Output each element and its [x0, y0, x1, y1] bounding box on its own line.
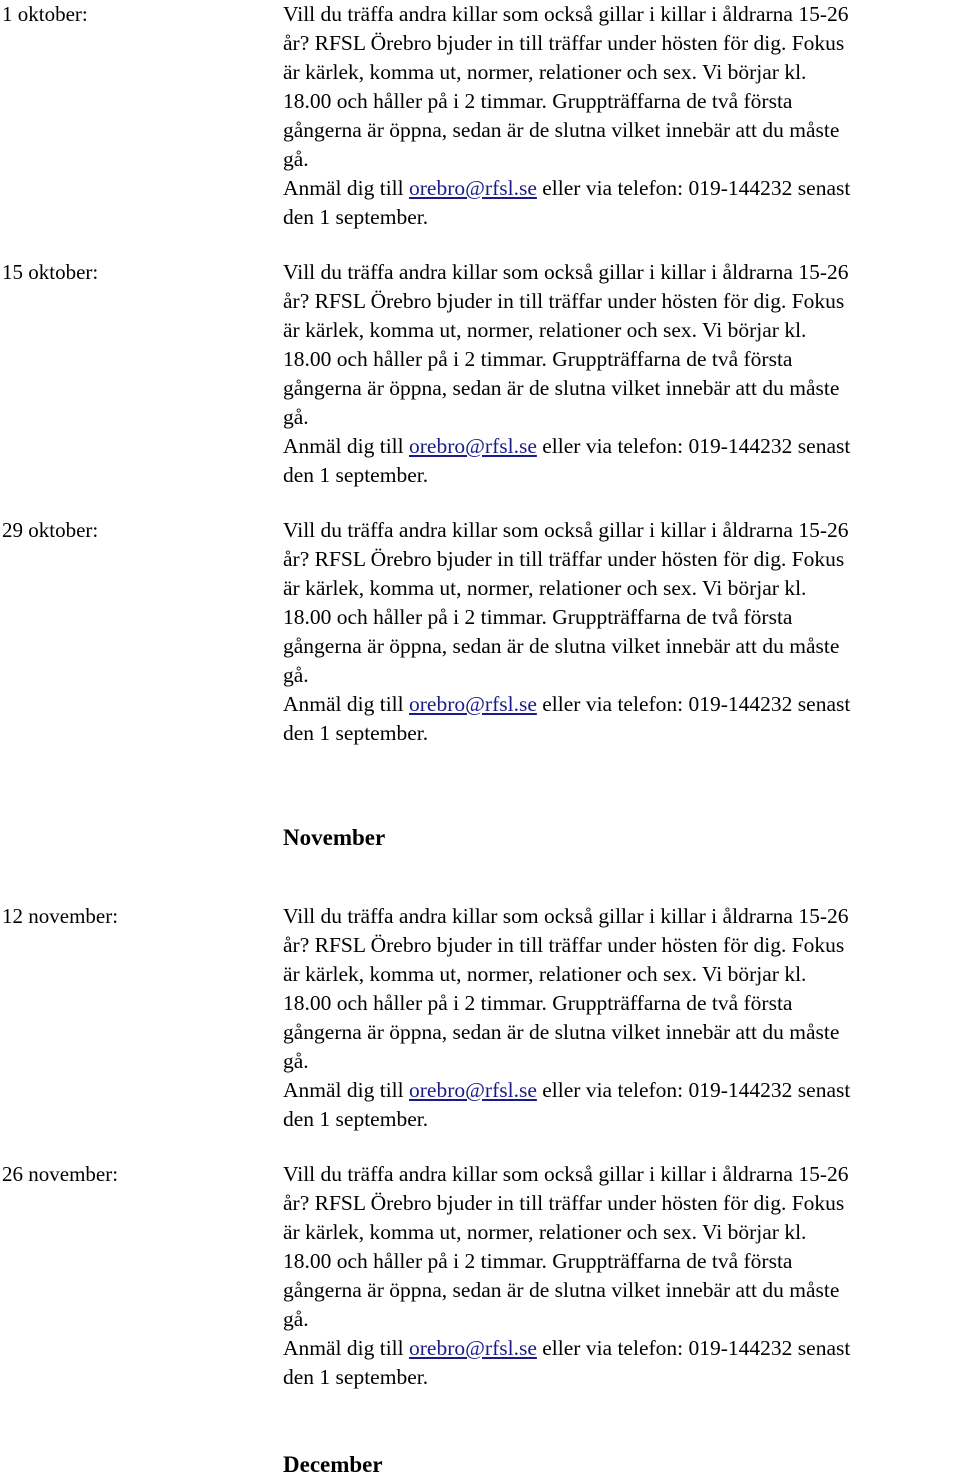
desc-line: den 1 september. — [283, 1107, 429, 1131]
signup-prefix: Anmäl dig till — [283, 1078, 410, 1102]
signup-suffix: eller via telefon: 019-144232 senast — [536, 1078, 851, 1102]
desc-line: år? RFSL Örebro bjuder in till träffar u… — [283, 547, 845, 571]
signup-suffix: eller via telefon: 019-144232 senast — [536, 176, 851, 200]
event-description: Vill du träffa andra killar som också gi… — [283, 516, 958, 748]
desc-line: år? RFSL Örebro bjuder in till träffar u… — [283, 31, 845, 55]
signup-suffix: eller via telefon: 019-144232 senast — [536, 692, 851, 716]
document-page: 1 oktober: Vill du träffa andra killar s… — [0, 0, 960, 1477]
signup-prefix: Anmäl dig till — [283, 1336, 410, 1360]
signup-line: Anmäl dig till orebro@rfsl.se eller via … — [283, 690, 958, 719]
signup-line: Anmäl dig till orebro@rfsl.se eller via … — [283, 432, 958, 461]
desc-line: den 1 september. — [283, 205, 429, 229]
desc-line: gå. — [283, 663, 309, 687]
desc-line: gångerna är öppna, sedan är de slutna vi… — [283, 376, 840, 400]
event-date-label: 1 oktober: — [2, 2, 88, 26]
desc-line: Vill du träffa andra killar som också gi… — [283, 2, 849, 26]
event-entry: 1 oktober: Vill du träffa andra killar s… — [0, 0, 960, 232]
desc-line: gå. — [283, 1049, 309, 1073]
desc-line: 18.00 och håller på i 2 timmar. Gruppträ… — [283, 991, 793, 1015]
desc-line: gångerna är öppna, sedan är de slutna vi… — [283, 118, 840, 142]
desc-line: är kärlek, komma ut, normer, relationer … — [283, 60, 807, 84]
desc-line: gå. — [283, 147, 309, 171]
desc-line: den 1 september. — [283, 721, 429, 745]
desc-line: 18.00 och håller på i 2 timmar. Gruppträ… — [283, 347, 793, 371]
desc-line: Vill du träffa andra killar som också gi… — [283, 1162, 849, 1186]
event-date-label: 12 november: — [2, 904, 119, 928]
event-description: Vill du träffa andra killar som också gi… — [283, 0, 958, 232]
email-link[interactable]: orebro@rfsl.se — [409, 176, 537, 200]
email-link[interactable]: orebro@rfsl.se — [409, 1078, 537, 1102]
event-description: Vill du träffa andra killar som också gi… — [283, 1160, 958, 1392]
desc-line: år? RFSL Örebro bjuder in till träffar u… — [283, 1191, 845, 1215]
signup-prefix: Anmäl dig till — [283, 434, 410, 458]
desc-line: den 1 september. — [283, 1365, 429, 1389]
email-link[interactable]: orebro@rfsl.se — [409, 692, 537, 716]
desc-line: gångerna är öppna, sedan är de slutna vi… — [283, 1020, 840, 1044]
desc-line: Vill du träffa andra killar som också gi… — [283, 518, 849, 542]
desc-line: är kärlek, komma ut, normer, relationer … — [283, 576, 807, 600]
desc-line: år? RFSL Örebro bjuder in till träffar u… — [283, 289, 845, 313]
event-description: Vill du träffa andra killar som också gi… — [283, 258, 958, 490]
event-entry: 29 oktober: Vill du träffa andra killar … — [0, 516, 960, 748]
desc-line: år? RFSL Örebro bjuder in till träffar u… — [283, 933, 845, 957]
desc-line: gångerna är öppna, sedan är de slutna vi… — [283, 634, 840, 658]
event-description: Vill du träffa andra killar som också gi… — [283, 902, 958, 1134]
desc-line: gå. — [283, 405, 309, 429]
desc-line: gångerna är öppna, sedan är de slutna vi… — [283, 1278, 840, 1302]
event-entry: 12 november: Vill du träffa andra killar… — [0, 902, 960, 1134]
signup-line: Anmäl dig till orebro@rfsl.se eller via … — [283, 1076, 958, 1105]
desc-line: är kärlek, komma ut, normer, relationer … — [283, 1220, 807, 1244]
event-entry: 15 oktober: Vill du träffa andra killar … — [0, 258, 960, 490]
email-link[interactable]: orebro@rfsl.se — [409, 434, 537, 458]
desc-line: 18.00 och håller på i 2 timmar. Gruppträ… — [283, 605, 793, 629]
desc-line: är kärlek, komma ut, normer, relationer … — [283, 318, 807, 342]
signup-suffix: eller via telefon: 019-144232 senast — [536, 434, 851, 458]
desc-line: gå. — [283, 1307, 309, 1331]
desc-line: Vill du träffa andra killar som också gi… — [283, 904, 849, 928]
month-heading-november: November — [283, 825, 386, 850]
signup-prefix: Anmäl dig till — [283, 692, 410, 716]
signup-line: Anmäl dig till orebro@rfsl.se eller via … — [283, 174, 958, 203]
event-date-label: 29 oktober: — [2, 518, 99, 542]
email-link[interactable]: orebro@rfsl.se — [409, 1336, 537, 1360]
event-date-label: 15 oktober: — [2, 260, 99, 284]
desc-line: är kärlek, komma ut, normer, relationer … — [283, 962, 807, 986]
event-date-label: 26 november: — [2, 1162, 119, 1186]
desc-line: den 1 september. — [283, 463, 429, 487]
desc-line: 18.00 och håller på i 2 timmar. Gruppträ… — [283, 1249, 793, 1273]
event-entry: 26 november: Vill du träffa andra killar… — [0, 1160, 960, 1392]
desc-line: Vill du träffa andra killar som också gi… — [283, 260, 849, 284]
signup-prefix: Anmäl dig till — [283, 176, 410, 200]
signup-suffix: eller via telefon: 019-144232 senast — [536, 1336, 851, 1360]
signup-line: Anmäl dig till orebro@rfsl.se eller via … — [283, 1334, 958, 1363]
desc-line: 18.00 och håller på i 2 timmar. Gruppträ… — [283, 89, 793, 113]
